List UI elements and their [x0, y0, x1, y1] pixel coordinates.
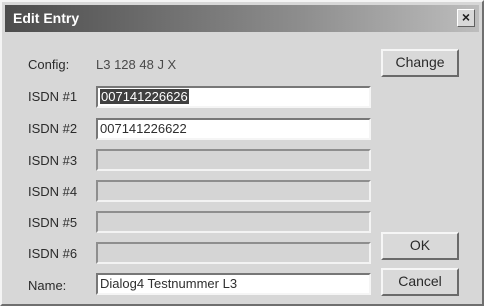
isdn-6-field[interactable] — [96, 242, 371, 264]
name-label: Name: — [28, 278, 67, 293]
isdn-6-label: ISDN #6 — [28, 246, 78, 261]
isdn-5-field[interactable] — [96, 211, 371, 233]
isdn-4-field[interactable] — [96, 180, 371, 202]
isdn-1-field[interactable]: 007141226626 — [96, 86, 371, 108]
cancel-button[interactable]: Cancel — [381, 268, 459, 296]
isdn-2-label: ISDN #2 — [28, 121, 78, 136]
edit-entry-dialog: Edit Entry × Config: L3 128 48 J X ISDN … — [0, 0, 484, 306]
close-button[interactable]: × — [457, 9, 475, 27]
ok-button[interactable]: OK — [381, 232, 459, 260]
isdn-1-label: ISDN #1 — [28, 89, 78, 104]
isdn-3-field[interactable] — [96, 149, 371, 171]
change-button[interactable]: Change — [381, 49, 459, 77]
config-label: Config: — [28, 57, 70, 72]
isdn-3-label: ISDN #3 — [28, 153, 78, 168]
close-icon: × — [461, 9, 471, 25]
window-title: Edit Entry — [13, 10, 80, 26]
isdn-4-label: ISDN #4 — [28, 184, 78, 199]
name-field[interactable]: Dialog4 Testnummer L3 — [96, 273, 371, 295]
isdn-1-selected-text: 007141226626 — [100, 89, 189, 104]
isdn-2-field[interactable]: 007141226622 — [96, 118, 371, 140]
config-value: L3 128 48 J X — [96, 57, 177, 72]
isdn-5-label: ISDN #5 — [28, 215, 78, 230]
title-bar[interactable]: Edit Entry × — [5, 5, 479, 32]
